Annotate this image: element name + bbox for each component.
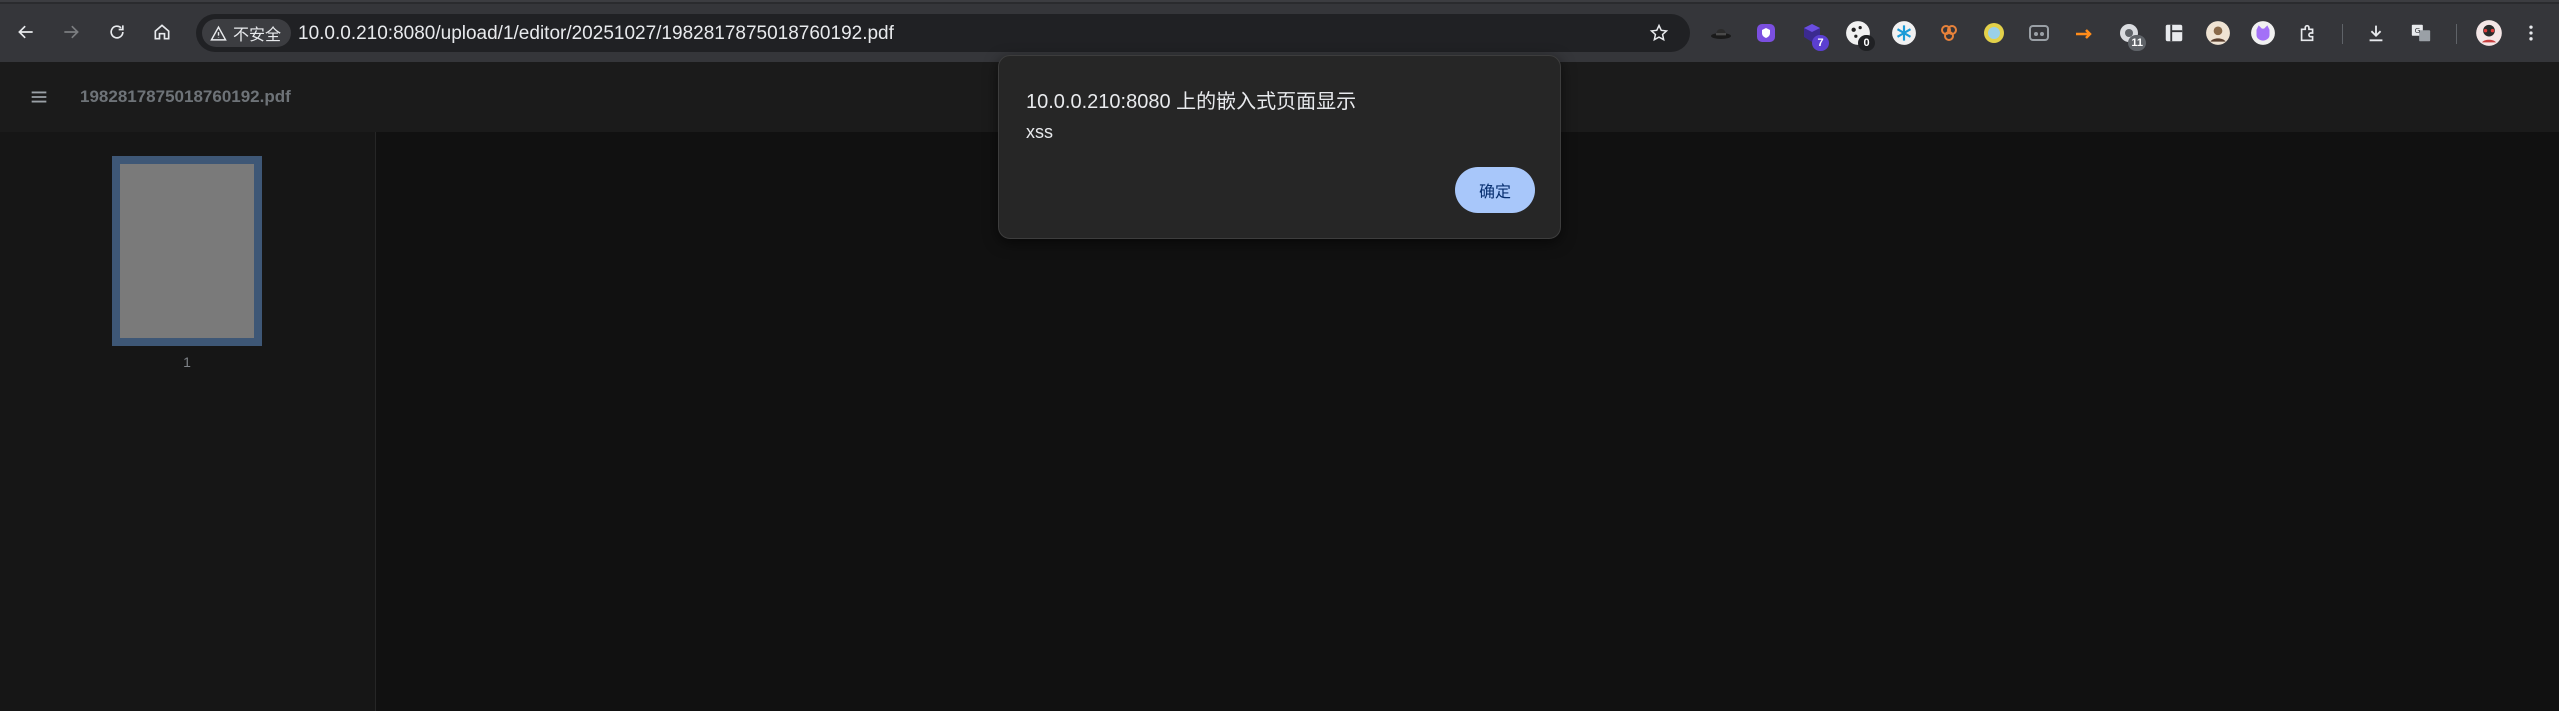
tab-strip-edge xyxy=(0,2,2559,4)
dialog-title: 10.0.0.210:8080 上的嵌入式页面显示 xyxy=(1026,91,1357,113)
home-button[interactable] xyxy=(146,16,178,48)
ok-button[interactable]: 确定 xyxy=(1455,167,1535,213)
hat-extension-icon[interactable] xyxy=(1706,18,1736,48)
shield-extension-icon[interactable] xyxy=(1751,18,1781,48)
document-title: 1982817875018760192.pdf xyxy=(80,87,291,106)
snowflake-extension-icon[interactable] xyxy=(1889,18,1919,48)
browser-toolbar: 不安全 10.0.0.210:8080/upload/1/editor/2025… xyxy=(0,0,2559,62)
honeycomb-extension-icon[interactable] xyxy=(1934,18,1964,48)
circle-extension-icon[interactable] xyxy=(1979,18,2009,48)
page-thumbnail-image xyxy=(120,164,254,338)
toolbar-separator-2 xyxy=(2456,24,2457,44)
cookie-extension-badge: 0 xyxy=(1858,35,1875,51)
avatar-extension-icon[interactable] xyxy=(2203,18,2233,48)
bookmark-star-button[interactable] xyxy=(1644,18,1674,48)
reload-icon xyxy=(110,25,124,39)
hamburger-menu-icon[interactable] xyxy=(26,84,52,110)
profile-avatar-icon[interactable] xyxy=(2474,18,2504,48)
address-bar[interactable]: 不安全 10.0.0.210:8080/upload/1/editor/2025… xyxy=(196,14,1690,52)
thumbnail-sidebar: 1 xyxy=(0,132,376,711)
home-icon xyxy=(154,24,170,40)
toolbar-separator xyxy=(2342,24,2343,44)
dialog-message: xss xyxy=(1026,122,1053,142)
forward-arrow-icon xyxy=(64,25,79,39)
cube-extension-badge: 7 xyxy=(1812,35,1829,51)
puzzle-icon[interactable] xyxy=(2293,18,2323,48)
download-icon[interactable] xyxy=(2361,18,2391,48)
back-button[interactable] xyxy=(10,16,42,48)
reload-button[interactable] xyxy=(101,16,133,48)
security-chip-label: 不安全 xyxy=(233,27,282,44)
cloud-extension-badge: 11 xyxy=(2128,35,2146,51)
back-arrow-icon xyxy=(18,25,33,39)
arrow-extension-icon[interactable] xyxy=(2069,18,2099,48)
security-chip[interactable]: 不安全 xyxy=(202,19,292,47)
cube-extension-icon[interactable]: 7 xyxy=(1797,18,1829,51)
forward-button[interactable] xyxy=(55,16,87,48)
url-text[interactable]: 10.0.0.210:8080/upload/1/editor/20251027… xyxy=(298,23,894,45)
warning-triangle-icon xyxy=(210,25,227,41)
cloud-extension-icon[interactable]: 11 xyxy=(2114,18,2146,51)
kebab-menu-icon[interactable] xyxy=(2516,18,2546,48)
grid-extension-icon[interactable] xyxy=(2159,18,2189,48)
page-thumbnail-label: 1 xyxy=(183,354,191,370)
alert-dialog: 10.0.0.210:8080 上的嵌入式页面显示 xss 确定 xyxy=(998,55,1561,239)
translate-icon[interactable]: G xyxy=(2406,18,2436,48)
mask-extension-icon[interactable] xyxy=(2024,18,2054,48)
svg-text:G: G xyxy=(2415,26,2421,35)
cookie-extension-icon[interactable]: 0 xyxy=(1843,18,1875,51)
cat-extension-icon[interactable] xyxy=(2248,18,2278,48)
star-icon xyxy=(1649,23,1669,42)
page-thumbnail[interactable] xyxy=(112,156,262,346)
